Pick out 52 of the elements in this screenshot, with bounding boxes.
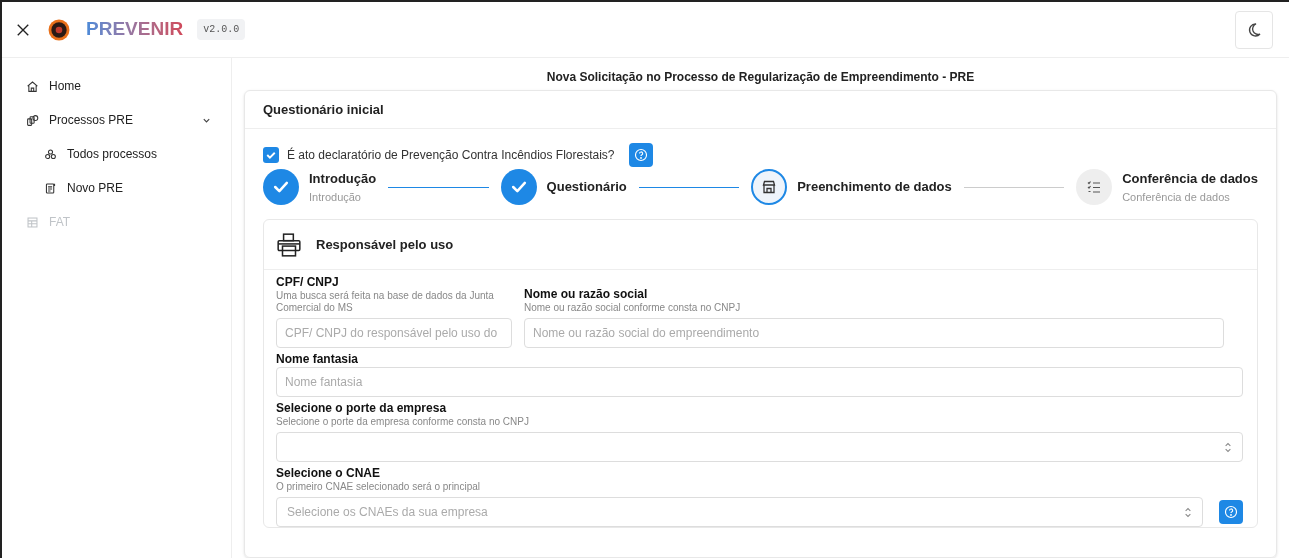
field-hint: O primeiro CNAE selecionado será o principal <box>276 481 481 493</box>
layers-icon <box>26 113 39 127</box>
printer-icon <box>276 231 302 258</box>
checkbox[interactable] <box>263 147 279 163</box>
check-icon <box>265 149 277 161</box>
field-label: Nome fantasia <box>276 351 360 367</box>
moon-icon <box>1246 21 1262 38</box>
step-subtitle: Conferência de dados <box>1122 189 1231 205</box>
checkbox-label: É ato declaratório de Prevenção Contra Incêndios Florestais? <box>287 146 615 164</box>
step-subtitle: Introdução <box>309 189 362 205</box>
card-title: Questionário inicial <box>263 100 384 119</box>
field-hint: Uma busca será feita na base de dados da Junta Comercial do MS <box>276 290 495 314</box>
step-title: Conferência de dados <box>1122 170 1258 188</box>
step-title: Introdução <box>309 170 377 188</box>
input-field[interactable]: CPF/ CNPJ do responsável pelo uso do <box>276 318 512 348</box>
version-badge: v2.0.0 <box>197 19 246 40</box>
page-title: Nova Solicitação no Processo de Regularização de Empreendimento - PRE <box>545 69 976 86</box>
help-button[interactable] <box>628 143 653 167</box>
help-button[interactable] <box>1219 500 1243 524</box>
field-label: Selecione o CNAE <box>276 465 382 481</box>
step-title: Questionário <box>546 178 627 197</box>
field-hint: Nome ou razão social conforme consta no CNPJ <box>524 302 742 314</box>
home-icon <box>26 79 39 93</box>
input-field[interactable]: Nome ou razão social do empreendimento <box>524 318 1224 348</box>
sidebar-subitem[interactable]: Novo PRE <box>26 180 211 196</box>
field-label: CPF/ CNPJ <box>276 274 340 290</box>
sidebar-label: Processos PRE <box>49 112 134 129</box>
emblem-logo-icon <box>48 18 70 41</box>
sidebar-label: Todos processos <box>67 146 158 163</box>
document-icon <box>44 181 57 195</box>
chevron-updown-icon <box>1184 506 1192 518</box>
select-field[interactable] <box>276 432 1243 462</box>
sidebar-subitem[interactable]: Todos processos <box>26 146 211 162</box>
section-title: Responsável pelo uso <box>316 235 454 254</box>
table-icon <box>26 215 39 229</box>
step-title: Preenchimento de dados <box>797 178 952 197</box>
sidebar-item[interactable]: Home <box>26 78 211 94</box>
question-icon <box>1224 505 1238 519</box>
question-icon <box>633 148 648 162</box>
input-field[interactable]: Nome fantasia <box>276 367 1243 397</box>
close-icon <box>16 22 30 37</box>
cluster-icon <box>44 147 57 161</box>
sidebar-label: FAT <box>49 214 71 231</box>
select-placeholder: Selecione os CNAEs da sua empresa <box>287 504 488 521</box>
chevron-updown-icon <box>1224 441 1232 453</box>
field-hint: Selecione o porte da empresa conforme consta no CNPJ <box>276 416 530 428</box>
dark-mode-button[interactable] <box>1235 10 1273 49</box>
field-label: Selecione o porte da empresa <box>276 400 448 416</box>
sidebar-item[interactable]: Processos PRE <box>26 112 211 128</box>
sidebar-label: Home <box>49 78 81 95</box>
field-label: Nome ou razão social <box>524 286 649 302</box>
sidebar-label: Novo PRE <box>67 180 124 197</box>
